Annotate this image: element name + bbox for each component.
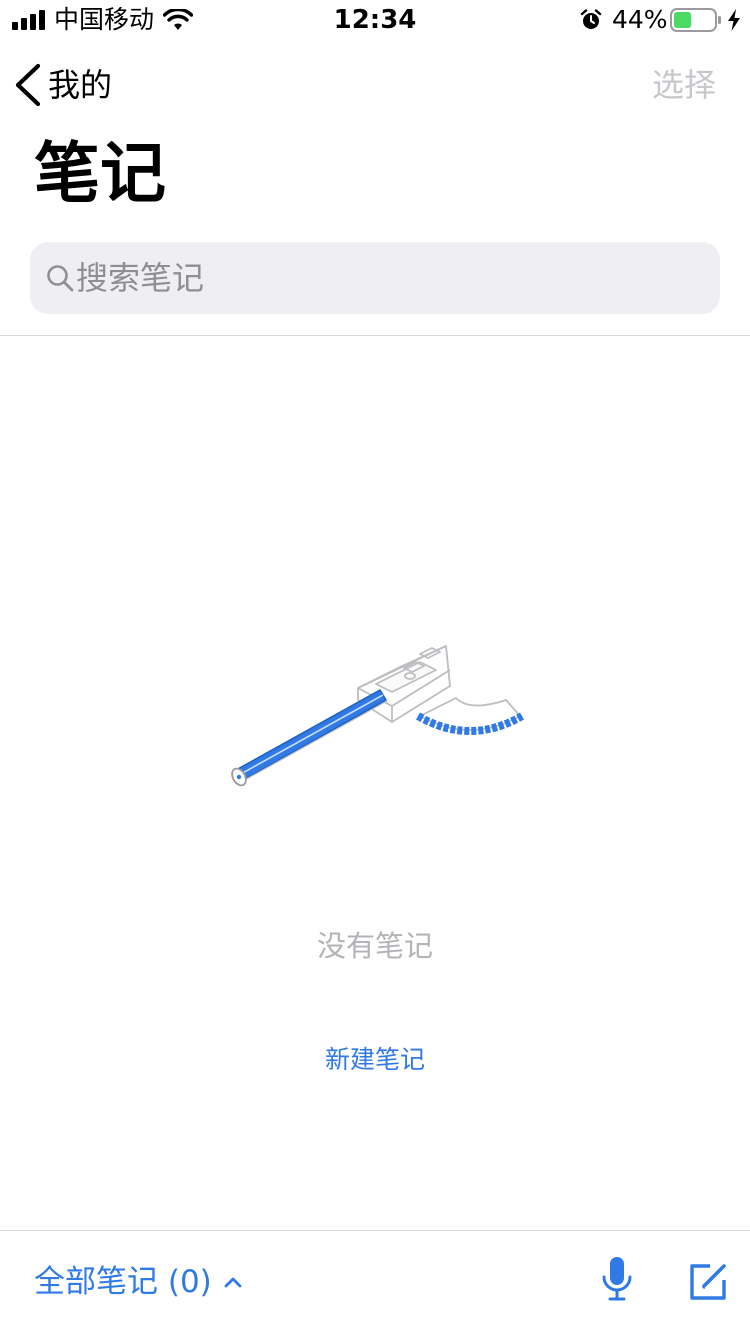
folder-selector-button[interactable]: 全部笔记 (0) [34, 1260, 242, 1304]
select-button[interactable]: 选择 [652, 62, 716, 108]
charging-bolt-icon [728, 9, 740, 31]
folder-label: 全部笔记 (0) [34, 1264, 212, 1300]
chevron-left-icon [15, 63, 41, 107]
back-button[interactable]: 我的 [12, 60, 112, 110]
pencil-sharpener-illustration [231, 645, 524, 787]
toolbar-divider [0, 1230, 750, 1231]
divider [0, 335, 750, 336]
status-bar: 中国移动 12:34 44% [0, 0, 750, 40]
empty-state-message: 没有笔记 [316, 929, 433, 963]
search-input[interactable]: 搜索笔记 [30, 242, 720, 314]
battery-percent: 44% [612, 5, 668, 34]
battery-icon [670, 8, 721, 32]
chevron-up-icon [224, 1277, 242, 1288]
alarm-icon [580, 9, 602, 29]
compose-icon[interactable] [688, 1262, 728, 1302]
back-label: 我的 [48, 66, 113, 104]
microphone-icon[interactable] [600, 1255, 634, 1307]
search-placeholder: 搜索笔记 [76, 259, 205, 297]
new-note-button[interactable]: 新建笔记 [0, 1040, 750, 1080]
search-icon [47, 265, 74, 292]
page-title: 笔记 [34, 135, 166, 212]
